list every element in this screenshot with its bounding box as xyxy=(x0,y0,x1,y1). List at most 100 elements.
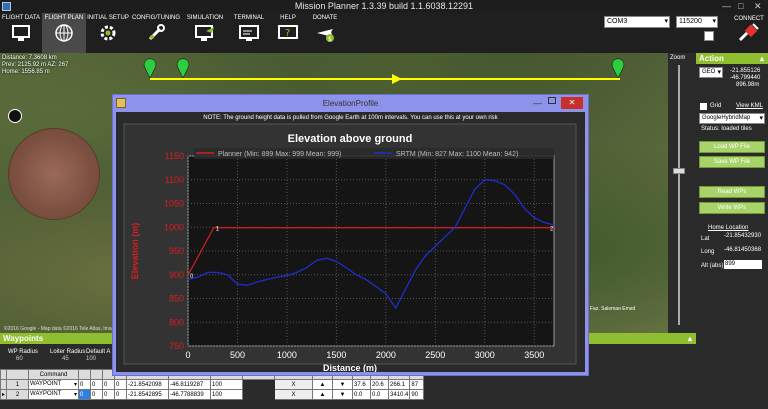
view-kml-link[interactable]: View KML xyxy=(736,103,763,109)
delete-button[interactable]: X xyxy=(274,389,314,400)
home-lat-label: Lat xyxy=(701,236,710,242)
menu-config-tuning[interactable]: CONFIG/TUNING xyxy=(130,13,182,53)
gear-icon xyxy=(100,25,116,41)
lat-cell[interactable]: -21.8542098 xyxy=(126,379,170,390)
dialog-body: NOTE: The ground height data is pulled f… xyxy=(116,112,585,372)
table-row[interactable]: 1 WAYPOINT ▾ 0 0 0 0 -21.8542098 -46.8119… xyxy=(0,379,425,390)
param4-cell[interactable]: 0 xyxy=(114,379,128,390)
globe-icon xyxy=(55,24,73,42)
column-header xyxy=(78,369,92,380)
move-up-button[interactable]: ▲ xyxy=(312,379,334,390)
close-icon[interactable]: ✕ xyxy=(754,1,762,12)
angle-cell: 20.6 xyxy=(370,379,390,390)
x-tick-label: 1500 xyxy=(326,350,346,360)
x-axis-label: Distance (m) xyxy=(323,363,377,372)
coord-frame-value: GEO xyxy=(702,69,716,75)
param2-cell[interactable]: 0 xyxy=(90,379,104,390)
home-lat-field[interactable]: -21.85432930 xyxy=(724,233,761,239)
connect-button[interactable]: CONNECT xyxy=(730,13,768,53)
arrow-down-icon: ▼ xyxy=(339,381,346,388)
move-down-button[interactable]: ▼ xyxy=(332,389,354,400)
lon-cell[interactable]: -46.7788839 xyxy=(168,389,212,400)
lat-cell[interactable]: -21.8542895 xyxy=(126,389,170,400)
read-wps-button[interactable]: Read WPs xyxy=(699,186,765,198)
param3-cell[interactable]: 0 xyxy=(102,379,116,390)
dialog-title-bar[interactable]: ElevationProfile — ✕ xyxy=(113,95,588,112)
command-select[interactable]: WAYPOINT ▾ xyxy=(28,379,80,390)
move-down-button[interactable]: ▼ xyxy=(332,379,354,390)
zoom-label: Zoom xyxy=(670,55,686,61)
save-wp-file-button[interactable]: Save WP File xyxy=(699,156,765,168)
action-title: Action xyxy=(699,54,724,63)
waypoints-title: Waypoints xyxy=(3,334,44,343)
menu-help[interactable]: HELP ? xyxy=(270,13,306,53)
menu-donate[interactable]: DONATE $ xyxy=(306,13,344,53)
command-select[interactable]: WAYPOINT ▾ xyxy=(28,389,80,400)
menu-initial-setup[interactable]: INITIAL SETUP xyxy=(86,13,130,53)
delete-button[interactable]: X xyxy=(274,379,314,390)
loiter-radius-field[interactable]: 45 xyxy=(62,356,69,362)
zoom-slider-handle[interactable] xyxy=(673,168,685,174)
home-location-link[interactable]: Home Location xyxy=(708,225,748,231)
column-header: Command xyxy=(28,369,80,380)
elevation-chart[interactable]: Elevation above ground 0 500 1000 1500 2000 25… xyxy=(116,112,585,372)
table-row[interactable]: ▸ 2 WAYPOINT ▾ 0 0 0 0 -21.8542895 -46.77… xyxy=(0,389,425,400)
cursor-lng: -46.799440 xyxy=(730,75,761,81)
menu-label: FLIGHT PLAN xyxy=(44,15,84,21)
link-stats-icon[interactable] xyxy=(704,31,714,41)
chevron-down-icon: ▾ xyxy=(74,382,78,388)
write-wps-button[interactable]: Write WPs xyxy=(699,202,765,214)
waypoint-marker-2 xyxy=(611,58,625,79)
y-tick-label: 800 xyxy=(169,317,184,327)
minimize-icon[interactable]: — xyxy=(722,1,731,11)
maximize-icon[interactable]: □ xyxy=(738,1,743,11)
map-type-select[interactable]: GoogleHybridMap ▾ xyxy=(699,113,765,124)
port-select[interactable]: COM3 ▾ xyxy=(604,16,670,28)
param1-cell[interactable]: 0 xyxy=(78,389,92,400)
home-long-field[interactable]: -46.81450368 xyxy=(724,247,761,253)
wp-radius-label: WP Radius xyxy=(8,349,38,355)
baud-select[interactable]: 115200 ▾ xyxy=(676,16,718,28)
param4-cell[interactable]: 0 xyxy=(114,389,128,400)
az-cell: 87 xyxy=(409,379,425,390)
param2-cell[interactable]: 0 xyxy=(90,389,104,400)
arrow-up-icon: ▲ xyxy=(319,391,326,398)
param1-cell[interactable]: 0 xyxy=(78,379,92,390)
wp-radius-field[interactable]: 60 xyxy=(16,356,23,362)
plug-icon xyxy=(738,23,759,42)
loiter-radius-label: Loiter Radius xyxy=(50,349,86,355)
alt-cell[interactable]: 100 xyxy=(210,389,244,400)
alt-cell[interactable]: 100 xyxy=(210,379,244,390)
param3-cell[interactable]: 0 xyxy=(102,389,116,400)
dialog-app-icon xyxy=(116,98,126,108)
menu-terminal[interactable]: TERMINAL xyxy=(228,13,270,53)
x-tick-label: 0 xyxy=(185,350,190,360)
menu-flight-plan[interactable]: FLIGHT PLAN xyxy=(42,13,86,53)
close-button[interactable]: ✕ xyxy=(561,97,583,109)
coord-frame-select[interactable]: GEO ▾ xyxy=(699,67,723,78)
minimize-icon[interactable]: — xyxy=(533,95,542,112)
maximize-icon[interactable] xyxy=(548,97,556,104)
chevron-down-icon: ▾ xyxy=(712,18,716,25)
command-value: WAYPOINT xyxy=(30,391,62,397)
dist-cell: 266.1 xyxy=(388,379,411,390)
chevron-up-icon[interactable]: ▴ xyxy=(688,333,692,344)
home-alt-field[interactable]: 899 xyxy=(724,260,762,269)
menu-simulation[interactable]: SIMULATION xyxy=(182,13,228,53)
move-up-button[interactable]: ▲ xyxy=(312,389,334,400)
load-wp-file-button[interactable]: Load WP File xyxy=(699,141,765,153)
title-bar: Mission Planner 1.3.39 build 1.1.6038.12… xyxy=(0,0,768,13)
default-alt-field[interactable]: 100 xyxy=(86,356,96,362)
zoom-track[interactable] xyxy=(678,65,680,325)
x-tick-label: 1000 xyxy=(277,350,297,360)
lon-cell[interactable]: -46.8119287 xyxy=(168,379,212,390)
menu-flight-data[interactable]: FLIGHT DATA xyxy=(0,13,42,53)
grid-checkbox[interactable] xyxy=(700,103,707,110)
home-long-label: Long xyxy=(701,249,715,255)
menu-label: FLIGHT DATA xyxy=(1,15,40,21)
chevron-up-icon[interactable]: ▴ xyxy=(760,53,764,64)
map-type-value: GoogleHybridMap xyxy=(702,115,751,121)
spacer-cell xyxy=(242,379,276,390)
menu-label: DONATE xyxy=(312,15,338,21)
dist-cell: 3410.4 xyxy=(388,389,411,400)
